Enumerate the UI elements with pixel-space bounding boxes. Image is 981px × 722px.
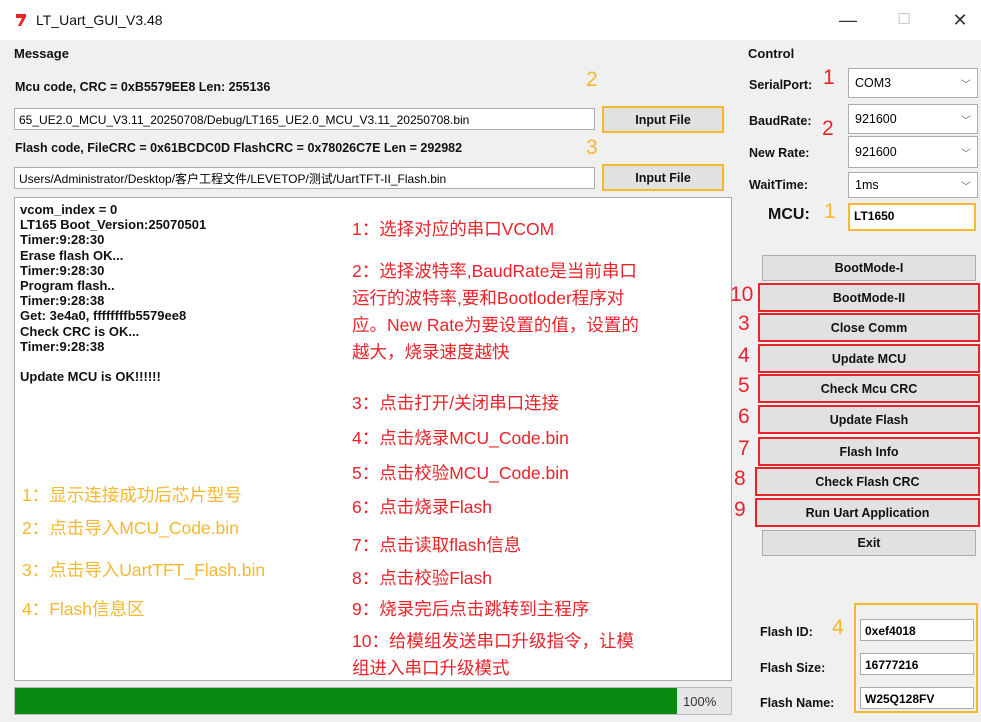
marker-red-8: 8 (734, 467, 746, 490)
baud-rate-label: BaudRate: (749, 114, 812, 128)
flash-name-field: W25Q128FV (860, 687, 974, 709)
flash-id-label: Flash ID: (760, 625, 813, 639)
chevron-down-icon: ﹀ (961, 79, 971, 91)
log-line: Timer:9:28:38 (20, 338, 105, 354)
check-mcu-crc-button[interactable]: Check Mcu CRC (758, 374, 980, 403)
close-comm-button[interactable]: Close Comm (758, 313, 980, 342)
flash-id-field: 0xef4018 (860, 619, 974, 641)
flash-info-button[interactable]: Flash Info (758, 437, 980, 466)
log-line: Update MCU is OK!!!!!! (20, 369, 161, 385)
mcu-model-field: LT1650 (848, 203, 976, 231)
control-section-title: Control (748, 46, 795, 61)
annotation-yellow-2: 2：点击导入MCU_Code.bin (22, 518, 239, 538)
marker-red-6: 6 (738, 405, 750, 428)
progress-text: 100% (683, 694, 717, 709)
marker-yellow-1: 1 (824, 200, 836, 223)
message-section-title: Message (14, 46, 69, 61)
marker-red-10: 10 (730, 283, 754, 306)
serial-port-select[interactable]: COM3 ﹀ (848, 68, 978, 98)
close-button[interactable]: ✕ (948, 8, 972, 32)
log-line: Get: 3e4a0, ffffffffb5579ee8 (20, 308, 187, 324)
chevron-down-icon: ﹀ (961, 115, 971, 127)
annotation-red-2c: 应。New Rate为要设置的值，设置的 (352, 315, 639, 335)
marker-yellow-2: 2 (586, 68, 598, 91)
bootmode-i-button[interactable]: BootMode-I (762, 255, 976, 281)
update-flash-button[interactable]: Update Flash (758, 405, 980, 434)
wait-time-value: 1ms (855, 178, 879, 192)
marker-red-2: 2 (822, 117, 834, 140)
marker-yellow-3: 3 (586, 136, 598, 159)
maximize-button[interactable]: ☐ (892, 8, 916, 32)
new-rate-value: 921600 (855, 145, 897, 159)
log-line: Timer:9:28:38 (20, 293, 105, 309)
annotation-red-10b: 组进入串口升级模式 (352, 658, 510, 678)
update-mcu-button[interactable]: Update MCU (758, 344, 980, 373)
check-flash-crc-button[interactable]: Check Flash CRC (755, 467, 980, 496)
annotation-red-10a: 10：给模组发送串口升级指令，让模 (352, 631, 634, 651)
window-title: LT_Uart_GUI_V3.48 (36, 12, 163, 28)
marker-red-4: 4 (738, 344, 750, 367)
log-line: vcom_index = 0 (20, 202, 118, 217)
annotation-yellow-3: 3：点击导入UartTFT_Flash.bin (22, 560, 266, 580)
annotation-red-5: 5：点击校验MCU_Code.bin (352, 463, 569, 483)
app-logo-icon (16, 14, 26, 26)
flash-input-file-button[interactable]: Input File (602, 164, 724, 191)
new-rate-label: New Rate: (749, 146, 810, 160)
run-uart-application-button[interactable]: Run Uart Application (755, 498, 980, 527)
annotation-red-2a: 2：选择波特率,BaudRate是当前串口 (352, 261, 637, 281)
annotation-red-1: 1：选择对应的串口VCOM (352, 219, 555, 239)
annotation-red-3: 3：点击打开/关闭串口连接 (352, 393, 560, 413)
marker-red-7: 7 (738, 437, 750, 460)
flash-name-label: Flash Name: (760, 696, 835, 710)
serial-port-value: COM3 (855, 76, 892, 90)
wait-time-label: WaitTime: (749, 178, 809, 192)
log-line: LT165 Boot_Version:25070501 (20, 217, 207, 233)
log-line: Check CRC is OK... (20, 323, 140, 339)
marker-red-3: 3 (738, 312, 750, 335)
flash-size-label: Flash Size: (760, 661, 826, 675)
annotation-red-2d: 越大，烧录速度越快 (352, 342, 510, 362)
log-line: Program flash.. (20, 277, 115, 293)
exit-button[interactable]: Exit (762, 530, 976, 556)
marker-red-1: 1 (823, 66, 835, 89)
log-lines: vcom_index = 0 LT165 Boot_Version:250705… (20, 202, 206, 384)
flash-size-field: 16777216 (860, 653, 974, 675)
flash-code-info: Flash code, FileCRC = 0x61BCDC0D FlashCR… (15, 141, 463, 155)
annotation-red-9: 9：烧录完后点击跳转到主程序 (352, 599, 590, 619)
marker-red-9: 9 (734, 498, 746, 521)
mcu-input-file-button[interactable]: Input File (602, 106, 724, 133)
annotation-yellow-1: 1：显示连接成功后芯片型号 (22, 485, 242, 505)
minimize-button[interactable]: — (836, 8, 860, 32)
chevron-down-icon: ﹀ (961, 148, 971, 160)
baud-rate-select[interactable]: 921600 ﹀ (848, 104, 978, 134)
mcu-label: MCU: (768, 206, 810, 223)
progress-fill (15, 688, 678, 714)
flash-file-path-field[interactable]: Users/Administrator/Desktop/客户工程文件/LEVET… (14, 167, 595, 189)
log-line: Timer:9:28:30 (20, 262, 105, 278)
progress-bar (14, 687, 732, 715)
annotation-red-4: 4：点击烧录MCU_Code.bin (352, 428, 569, 448)
chevron-down-icon: ﹀ (961, 181, 971, 193)
serial-port-label: SerialPort: (749, 78, 813, 92)
new-rate-select[interactable]: 921600 ﹀ (848, 136, 978, 168)
log-line: Timer:9:28:30 (20, 232, 105, 248)
wait-time-select[interactable]: 1ms ﹀ (848, 172, 978, 198)
mcu-code-info: Mcu code, CRC = 0xB5579EE8 Len: 255136 (15, 80, 271, 94)
marker-yellow-4: 4 (832, 616, 844, 639)
bootmode-ii-button[interactable]: BootMode-II (758, 283, 980, 312)
baud-rate-value: 921600 (855, 112, 897, 126)
mcu-file-path-field[interactable]: 65_UE2.0_MCU_V3.11_20250708/Debug/LT165_… (14, 108, 595, 130)
annotation-red-8: 8：点击校验Flash (352, 568, 493, 588)
log-line: Erase flash OK... (20, 247, 124, 263)
marker-red-5: 5 (738, 374, 750, 397)
annotation-red-6: 6：点击烧录Flash (352, 497, 493, 517)
annotation-red-2b: 运行的波特率,要和Bootloder程序对 (352, 288, 625, 308)
annotation-red-7: 7：点击读取flash信息 (352, 535, 522, 555)
annotation-yellow-4: 4：Flash信息区 (22, 599, 145, 619)
